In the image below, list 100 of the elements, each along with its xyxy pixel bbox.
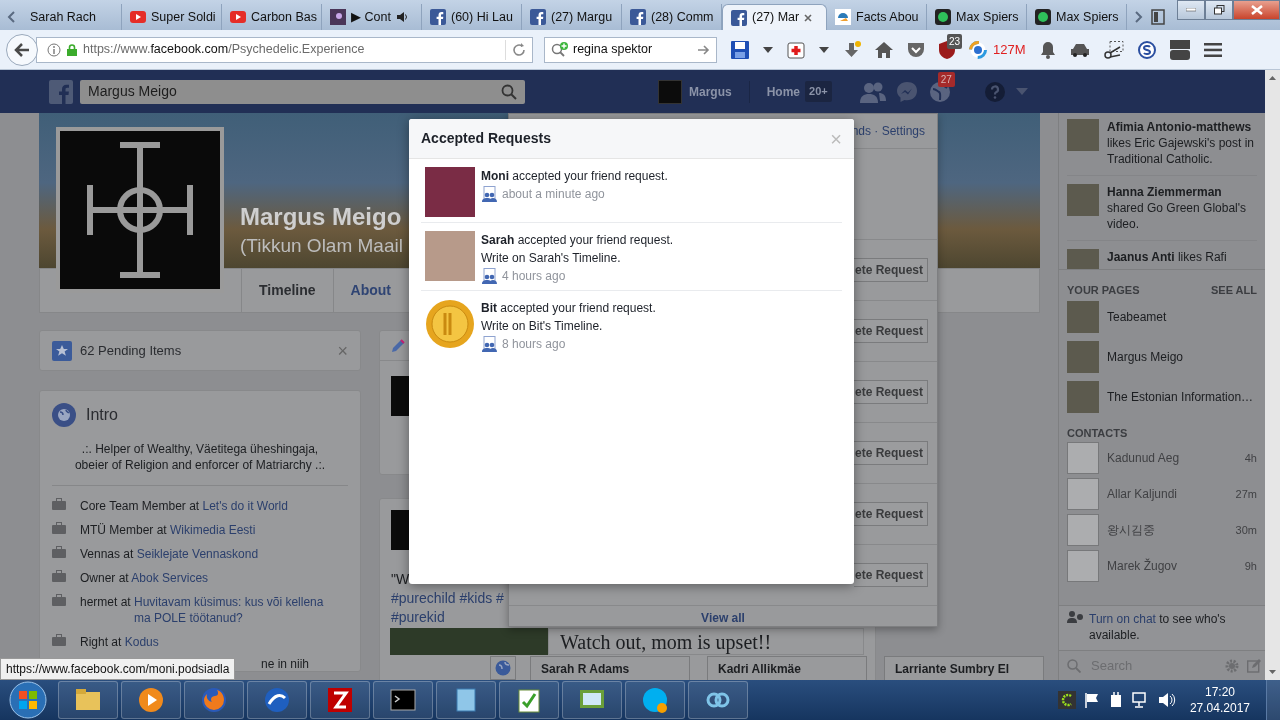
delete-request-button[interactable]: ete Request [854,319,928,343]
clock-date: 27.04.2017 [1189,700,1250,716]
home-count-badge: 20+ [805,81,832,102]
work-entry: hermet at Huvitavam küsimus: kus või kellena ma POLE töötanud? [80,594,340,626]
workplace-link[interactable]: Let's do it World [202,499,288,513]
save-icon[interactable] [731,40,749,59]
workplace-link[interactable]: Abok Services [131,571,209,585]
contact-name[interactable]: Kadunud Aeg [1107,449,1180,467]
chevron-left-icon [7,11,15,23]
workplace-link[interactable]: Seiklejate Vennaskond [136,547,259,561]
work-entry: Vennas at Seiklejate Vennaskond [80,546,259,562]
page-item[interactable]: The Estonian Information… [1059,377,1265,417]
delete-request-button[interactable]: ete Request [854,502,928,526]
chat-tab[interactable]: Kadri Allikmäe [707,656,867,680]
home-link[interactable]: Home [766,82,801,101]
caret-down-icon[interactable] [763,46,773,53]
close-icon [1250,5,1263,15]
car-icon[interactable] [1069,41,1090,58]
workplace-link[interactable]: Kodus [124,635,159,649]
delete-request-button[interactable]: ete Request [854,380,928,404]
taskbar-app[interactable] [58,681,118,719]
people-search-box[interactable]: Margus Meigo [80,79,525,104]
web-search-box[interactable]: regina spektor [544,36,717,63]
s-circle-icon[interactable] [1137,40,1156,59]
contact-name[interactable]: Marek Žugov [1107,557,1178,575]
photo-placeholder [1067,184,1099,216]
request-message[interactable]: Moni accepted your friend request. [481,167,668,185]
profile-tab[interactable]: About [332,269,408,312]
chat-tab[interactable]: Sarah R Adams [530,656,690,680]
timeline-prompt[interactable]: Write on Bit's Timeline. [481,317,656,335]
contact-name[interactable]: Allar Kaljundi [1107,485,1178,503]
info-icon[interactable] [47,42,61,57]
menu-icon[interactable] [1203,42,1222,57]
back-button[interactable] [6,33,38,66]
friends-icon [481,268,497,284]
intro-bio: .:. Helper of Wealthy, Väetitega üheshingaja, obeier of Religion and enforcer of Matriarchy .:. [73,441,327,473]
restore-icon [1213,5,1225,15]
video-play-icon [230,11,246,23]
timestamp: 4 hours ago [502,268,566,285]
chevron-right-icon[interactable] [1135,11,1143,23]
download-icon[interactable] [843,40,861,59]
start-button-icon[interactable] [8,680,48,720]
pending-items-card[interactable]: 62 Pending Items × [39,330,361,371]
link-preview-title[interactable]: Watch out, mom is upset!! [548,628,864,655]
video-play-icon [130,11,146,23]
timeline-prompt[interactable]: Write on Sarah's Timeline. [481,249,674,267]
intro-title: Intro [86,405,118,425]
scrollbar[interactable] [1265,70,1280,680]
workplace-link[interactable]: Huvitavam küsimus: kus või kellena ma POLE töötanud? [134,594,340,626]
browser-tab[interactable]: (27) Mar [722,4,827,30]
sidebar-icon[interactable] [1151,9,1165,25]
contact-name[interactable]: 왕시김중 [1107,521,1155,539]
taskbar-app[interactable] [625,681,685,719]
page-item[interactable]: Teabeamet [1059,297,1265,337]
site-logo-icon [835,9,851,25]
caret-down-icon[interactable] [819,46,829,53]
profile-tab[interactable]: Timeline [241,269,333,312]
tray-app-icon[interactable] [1057,691,1076,709]
reload-icon[interactable] [512,42,526,57]
volume-icon[interactable] [1157,692,1176,708]
coin-drawing[interactable] [425,299,475,349]
address-bar[interactable]: https://www.facebook.com/Psychedelic.Experience [36,36,533,63]
hashtag-links[interactable]: #purechild #kids # [391,589,504,608]
request-message[interactable]: Sarah accepted your friend request. [481,231,674,249]
fox-globe-icon [200,686,228,714]
chat-tab[interactable]: Larriante Sumbry El [884,656,1044,680]
taskbar-app[interactable] [121,681,181,719]
home-icon[interactable] [875,41,893,58]
maximize-button[interactable] [1205,0,1233,20]
go-arrow-icon[interactable] [698,44,710,55]
taskbar-app[interactable] [247,681,307,719]
profile-subtitle: (Tikkun Olam Maail [240,234,403,258]
photo-placeholder [1067,442,1099,474]
taskbar-app[interactable] [688,681,748,719]
turn-on-chat-link[interactable]: Turn on chat [1089,612,1156,626]
taskbar-app[interactable] [310,681,370,719]
first-aid-icon[interactable] [787,40,805,59]
taskbar-app[interactable] [436,681,496,719]
taskbar-app[interactable] [373,681,433,719]
workplace-link[interactable]: Wikimedia Eesti [170,523,256,537]
close-button[interactable] [1233,0,1280,20]
view-all-link[interactable]: View all [509,606,937,629]
profile-link[interactable]: Margus [689,82,732,101]
taskbar-app[interactable] [562,681,622,719]
search-icon[interactable] [501,83,517,100]
lock-icon[interactable] [67,43,77,56]
close-icon[interactable] [804,13,813,22]
pocket-icon[interactable] [907,41,925,58]
flag-icon[interactable] [1083,692,1100,708]
taskbar-app[interactable] [499,681,559,719]
page-item[interactable]: Margus Meigo [1059,337,1265,377]
see-all-link[interactable]: SEE ALL [1210,284,1257,297]
delete-request-button[interactable]: ete Request [854,563,928,587]
hashtag-links[interactable]: #purekid [391,608,445,627]
bell-icon[interactable] [1039,40,1056,59]
request-message[interactable]: Bit accepted your friend request. [481,299,656,317]
delete-request-button[interactable]: ete Request [854,441,928,465]
scissors-icon[interactable] [1103,40,1124,59]
facebook-f-icon [731,9,747,26]
delete-request-button[interactable]: ete Request [854,258,928,282]
